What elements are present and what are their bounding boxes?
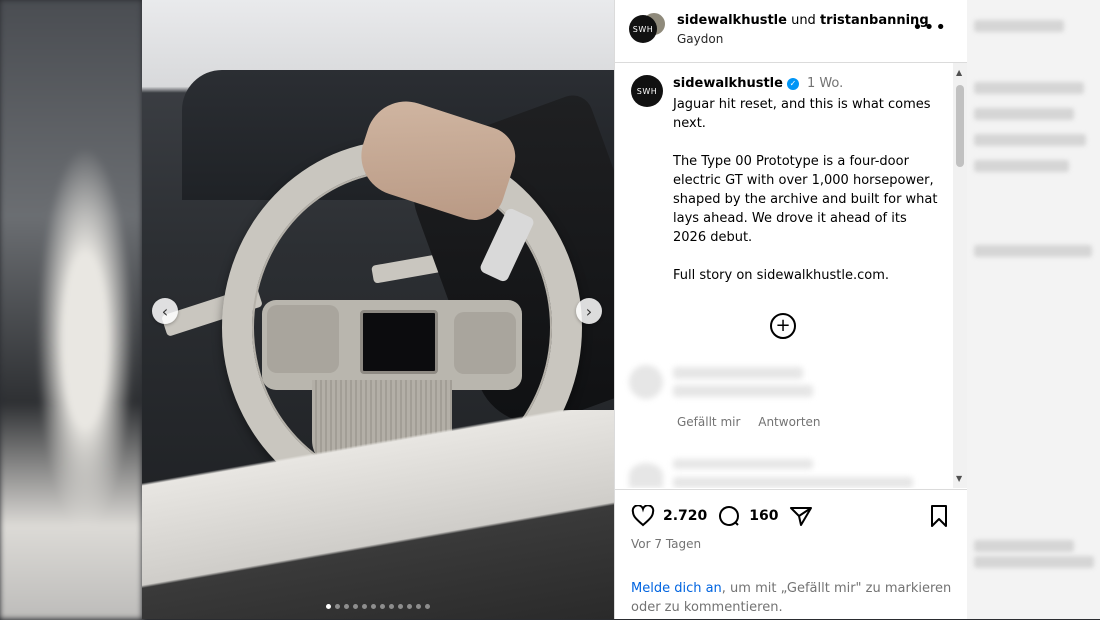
comment-text-blurred xyxy=(673,367,803,379)
chevron-right-icon: › xyxy=(585,301,593,321)
scroll-down-arrow-icon[interactable]: ▼ xyxy=(956,474,962,483)
comment-avatar xyxy=(629,365,663,399)
comment-like-link[interactable]: Gefällt mir xyxy=(677,415,740,429)
post-photo: ‹ › xyxy=(142,0,614,619)
blurred-backdrop-left xyxy=(0,0,142,619)
next-image-button[interactable]: › xyxy=(576,298,602,324)
comment-bubble-icon[interactable] xyxy=(717,504,741,528)
bookmark-icon[interactable] xyxy=(929,504,949,532)
caption-text: Jaguar hit reset, and this is what comes… xyxy=(673,97,938,283)
post-timestamp: Vor 7 Tagen xyxy=(631,537,702,551)
post-actions: 2.720 160 Vor 7 Tagen Melde dich an, um … xyxy=(615,489,967,620)
share-icon[interactable] xyxy=(789,504,813,528)
location-link[interactable]: Gaydon xyxy=(677,32,723,46)
scroll-up-arrow-icon[interactable]: ▲ xyxy=(956,68,962,77)
post-side-panel: SWH sidewalkhustle und tristanbanning Ga… xyxy=(614,0,967,619)
caption-time: 1 Wo. xyxy=(806,76,844,91)
post-header: SWH sidewalkhustle und tristanbanning Ga… xyxy=(615,0,967,63)
chevron-left-icon: ‹ xyxy=(161,301,169,321)
ellipsis-icon[interactable]: ••• xyxy=(912,17,947,38)
blurred-backdrop-right xyxy=(966,0,1100,619)
prev-image-button[interactable]: ‹ xyxy=(152,298,178,324)
authors-joiner: und xyxy=(791,13,816,28)
caption-header: sidewalkhustle ✓ 1 Wo. xyxy=(673,76,843,91)
comment-count: 160 xyxy=(749,508,779,524)
comment-actions: Gefällt mir Antworten xyxy=(677,415,835,429)
comment-text-blurred xyxy=(673,459,813,469)
comment-text-blurred xyxy=(673,385,813,397)
comment-avatar xyxy=(629,463,663,488)
load-more-comments-button[interactable]: + xyxy=(770,313,796,339)
caption-avatar[interactable]: SWH xyxy=(631,75,663,107)
scrollbar-thumb[interactable] xyxy=(956,85,964,167)
carousel-dots xyxy=(142,604,614,609)
author-link[interactable]: sidewalkhustle xyxy=(677,13,787,28)
login-prompt: Melde dich an, um mit „Gefällt mir" zu m… xyxy=(631,579,961,617)
comment-text-blurred xyxy=(673,477,913,488)
verified-badge-icon: ✓ xyxy=(786,77,799,90)
plus-icon: + xyxy=(775,315,791,336)
scrollbar[interactable]: ▲ ▼ xyxy=(953,63,967,488)
avatar-sidewalkhustle[interactable]: SWH xyxy=(629,15,657,43)
heart-icon[interactable] xyxy=(631,505,655,527)
post-authors: sidewalkhustle und tristanbanning xyxy=(677,13,929,28)
caption-username[interactable]: sidewalkhustle xyxy=(673,76,783,91)
login-link[interactable]: Melde dich an xyxy=(631,581,722,596)
like-count[interactable]: 2.720 xyxy=(663,508,707,524)
comment-reply-link[interactable]: Antworten xyxy=(758,415,820,429)
comments-scroll-area[interactable]: SWH sidewalkhustle ✓ 1 Wo. Jaguar hit rese… xyxy=(615,63,967,488)
